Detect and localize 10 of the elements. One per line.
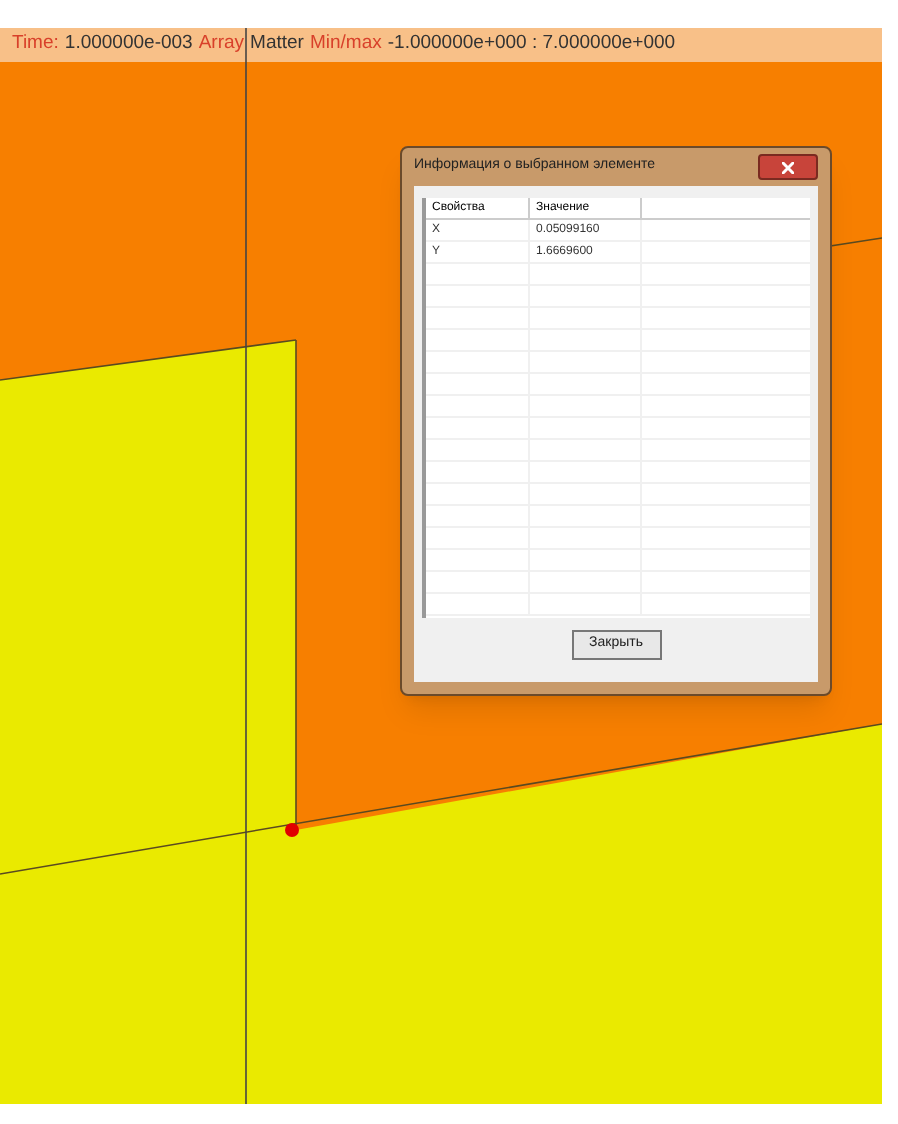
- status-value: -1.000000e+000 : 7.000000e+000: [387, 30, 676, 59]
- status-label: Min/max: [309, 30, 382, 59]
- vertical-line: [244, 28, 248, 62]
- close-button[interactable]: [758, 154, 818, 180]
- close-icon: [782, 161, 794, 173]
- status-label: Time:: [12, 30, 59, 59]
- status-value: 1.000000e-003: [64, 30, 193, 59]
- status-label: Array: [198, 30, 245, 59]
- status-value: Matter: [250, 30, 304, 59]
- selected-point-marker: [284, 822, 300, 838]
